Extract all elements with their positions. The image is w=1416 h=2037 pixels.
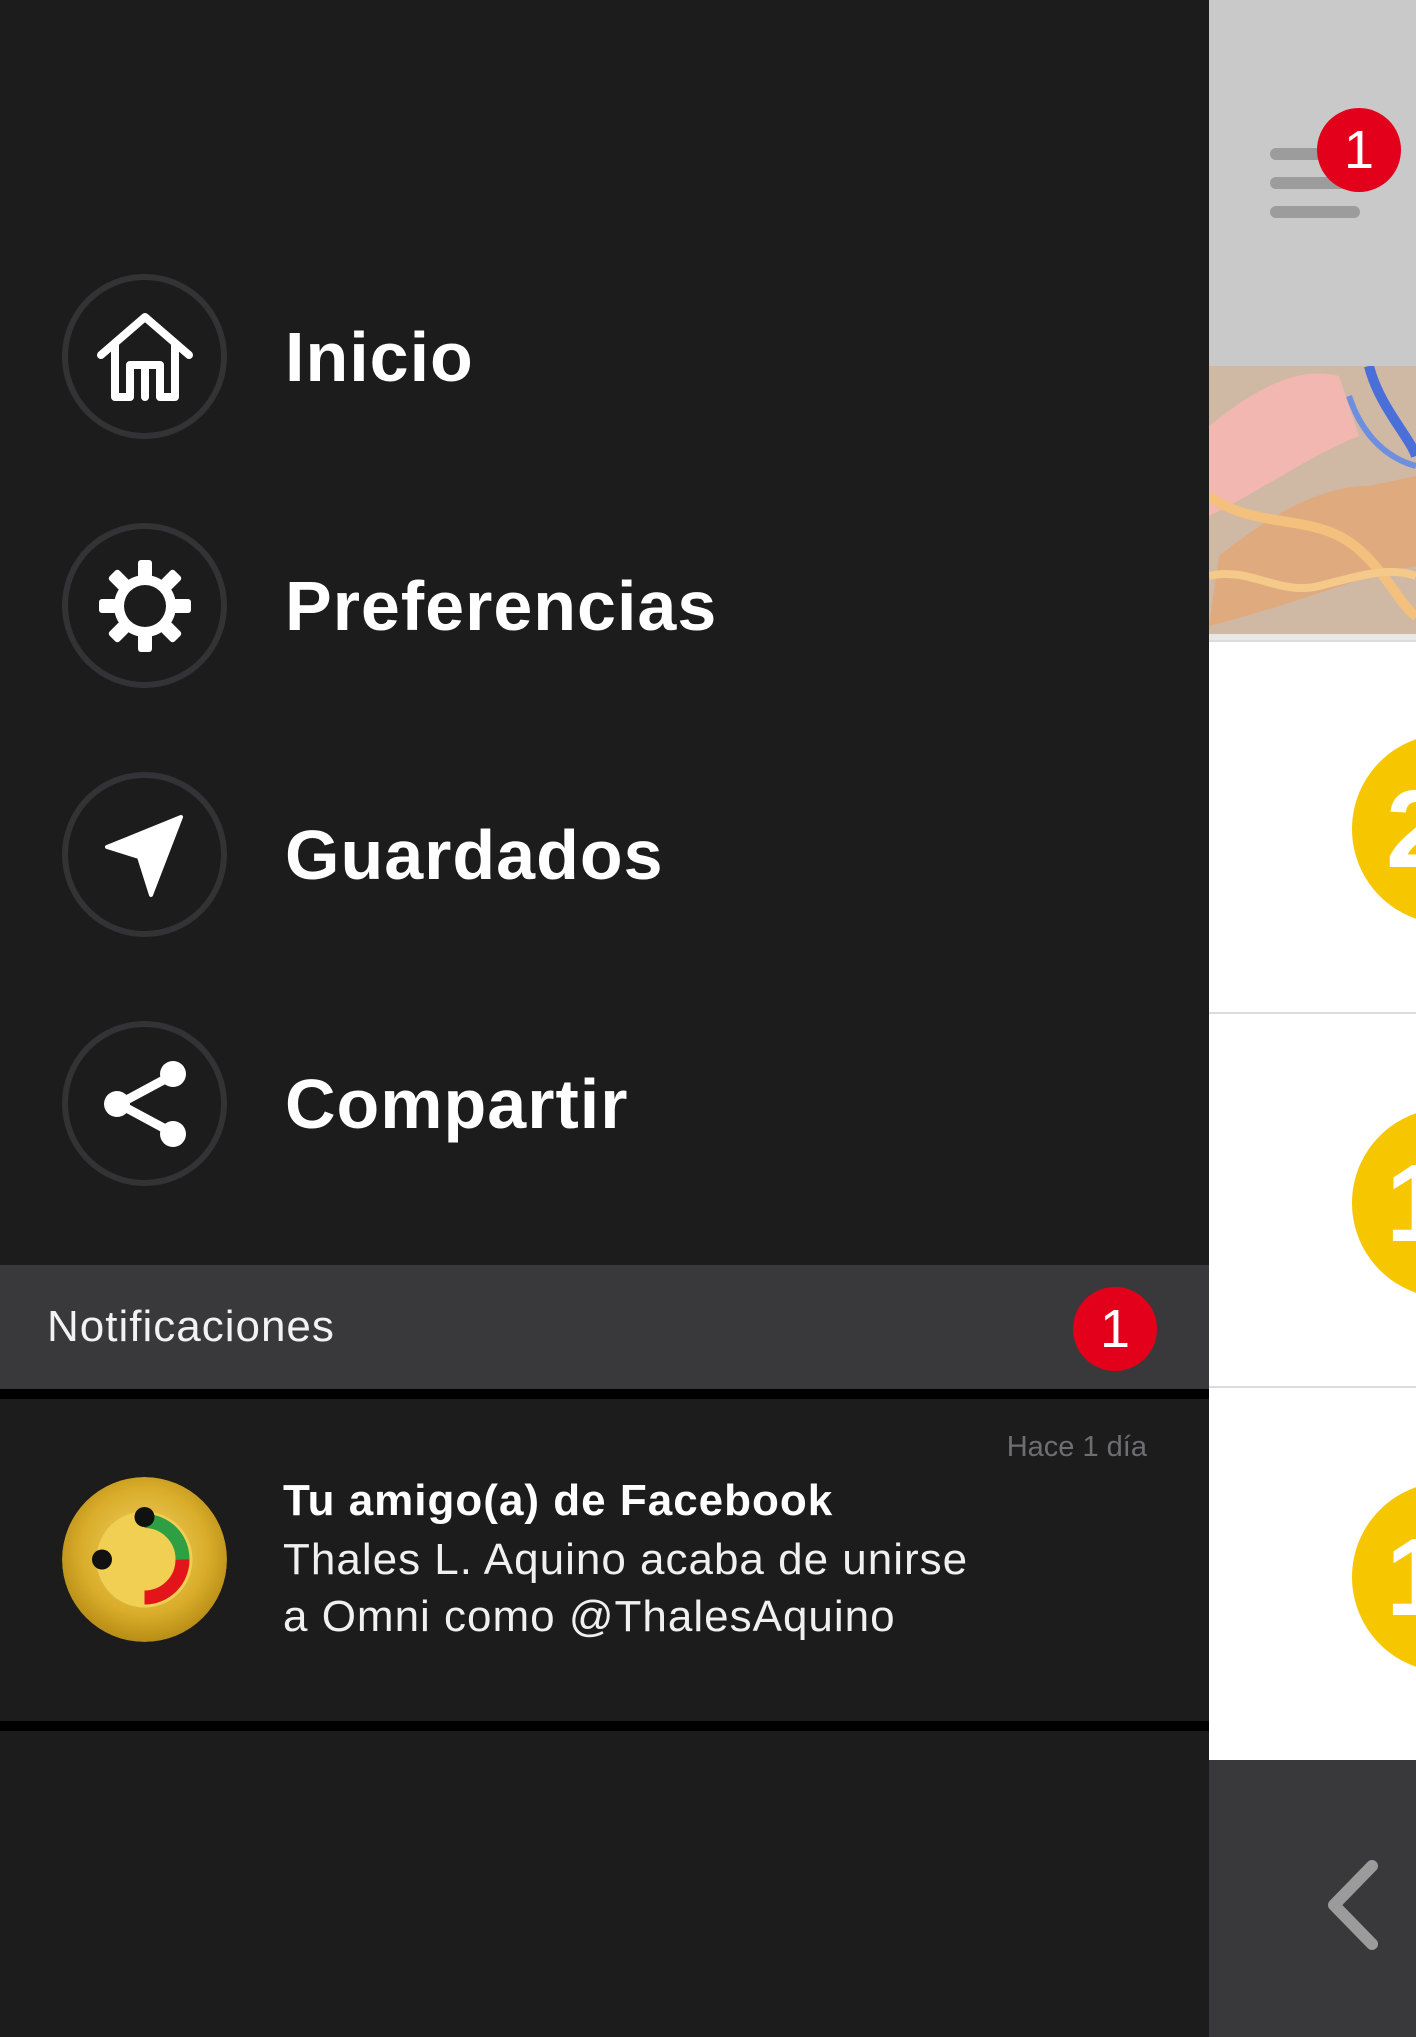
navigation-drawer: Inicio Preferencias Guardados Compartir … xyxy=(0,0,1209,2037)
background-app-peek[interactable]: 1 2 1 1 xyxy=(1209,0,1416,2037)
map-thumbnail xyxy=(1209,366,1416,640)
location-arrow-icon xyxy=(62,772,227,937)
notifications-count-badge: 1 xyxy=(1073,1287,1157,1371)
chevron-left-icon[interactable] xyxy=(1324,1860,1384,1950)
menu-label-preferencias: Preferencias xyxy=(285,567,718,645)
home-icon xyxy=(62,274,227,439)
notification-body: Thales L. Aquino acaba de unirse a Omni … xyxy=(283,1531,1103,1645)
notifications-title: Notificaciones xyxy=(47,1302,335,1351)
omni-logo-avatar xyxy=(62,1477,227,1642)
notification-time: Hace 1 día xyxy=(1006,1431,1147,1463)
background-card-2[interactable]: 1 xyxy=(1209,1012,1416,1388)
card-rank-badge: 1 xyxy=(1352,1108,1416,1298)
menu-item-preferencias[interactable]: Preferencias xyxy=(0,511,1209,701)
notification-item[interactable]: Hace 1 día Tu amigo(a) de Facebook Thale… xyxy=(0,1399,1209,1731)
card-rank-badge: 2 xyxy=(1352,734,1416,924)
background-card-3[interactable]: 1 xyxy=(1209,1386,1416,1768)
card-rank-badge: 1 xyxy=(1352,1482,1416,1672)
background-app-footer xyxy=(1209,1760,1416,2037)
menu-label-inicio: Inicio xyxy=(285,318,474,396)
notification-title: Tu amigo(a) de Facebook xyxy=(283,1476,834,1525)
menu-item-guardados[interactable]: Guardados xyxy=(0,760,1209,950)
background-app-header: 1 xyxy=(1209,0,1416,366)
menu-notification-badge: 1 xyxy=(1317,108,1401,192)
share-icon xyxy=(62,1021,227,1186)
gear-icon xyxy=(62,523,227,688)
notification-body-line1: Thales L. Aquino acaba de unirse xyxy=(283,1535,969,1584)
notification-body-line2: a Omni como @ThalesAquino xyxy=(283,1592,896,1641)
menu-item-inicio[interactable]: Inicio xyxy=(0,262,1209,452)
menu-label-guardados: Guardados xyxy=(285,816,664,894)
menu-label-compartir: Compartir xyxy=(285,1065,629,1143)
background-card-1[interactable]: 2 xyxy=(1209,640,1416,1014)
menu-item-compartir[interactable]: Compartir xyxy=(0,1009,1209,1199)
notifications-header: Notificaciones 1 xyxy=(0,1265,1209,1399)
